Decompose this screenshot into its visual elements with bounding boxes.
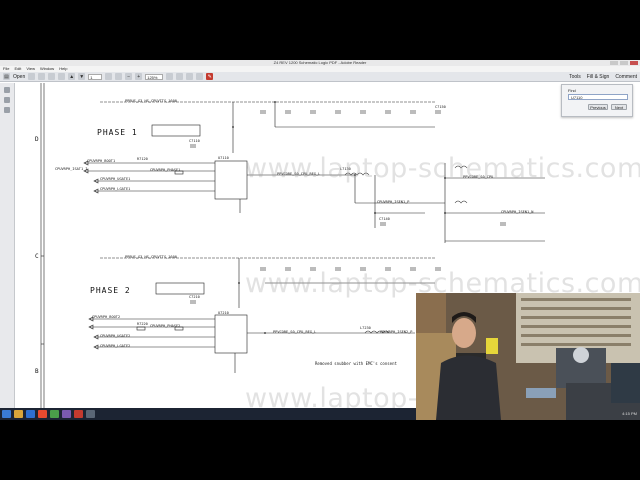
screen: Z4 REV 1200 Schematic Logic PDF - Adobe … <box>0 60 640 420</box>
find-next-button[interactable]: Next <box>611 104 627 110</box>
refdes-label: R7120 <box>137 157 148 161</box>
net-label: CPUVRPH_BOOT2 <box>92 315 121 319</box>
net-top-rail-1: PPBUS_G3_HS_CPUVTTS_1600 <box>125 99 177 103</box>
row-label-d: D <box>35 136 39 143</box>
net-label: CPUVRPH_ISEN1_P <box>377 200 410 204</box>
row-label-b: B <box>35 368 39 375</box>
bookmarks-icon[interactable] <box>4 97 10 103</box>
refdes-label: L7230 <box>360 326 371 330</box>
fill-sign-tab[interactable]: Fill & Sign <box>587 74 610 80</box>
app-icon[interactable] <box>38 410 47 418</box>
minimize-button[interactable] <box>610 61 618 65</box>
net-top-rail-2: PPBUS_G3_HS_CPUVTTS_1600 <box>125 255 177 259</box>
net-label: CPUVRPH_LGATE1 <box>100 187 131 191</box>
app-icon[interactable] <box>62 410 71 418</box>
net-label: PPVCORE_S0_CPU_REG_L <box>273 330 317 334</box>
schematic-note: Removed snubber with EMC's consent <box>315 361 397 366</box>
refdes-label: C7210 <box>189 295 200 299</box>
refdes-label: C7150 <box>435 105 446 109</box>
zoom-level-input[interactable]: 125% <box>145 73 164 80</box>
net-label: CPUVRPH_BOOT1 <box>87 159 116 163</box>
phase-1-title: PHASE 1 <box>97 128 138 137</box>
refdes-label: R7220 <box>137 322 148 326</box>
attachments-icon[interactable] <box>4 107 10 113</box>
browser-icon[interactable] <box>26 410 35 418</box>
select-tool-icon[interactable] <box>105 73 113 80</box>
net-label: CPUVRPH_PHASE2 <box>150 324 181 328</box>
net-label: CPUVRPH_ISEN2_P <box>380 330 413 334</box>
app-icon[interactable] <box>86 410 95 418</box>
maximize-button[interactable] <box>620 61 628 65</box>
refdes-label: C7110 <box>189 139 200 143</box>
next-page-icon[interactable]: ▼ <box>78 73 86 80</box>
close-button[interactable] <box>630 61 638 65</box>
zoom-out-icon[interactable]: − <box>125 73 133 80</box>
create-icon[interactable] <box>28 73 36 80</box>
net-label: CPUVRPH_PHASE1 <box>150 168 181 172</box>
net-label: PPVCORE_S0_CPU_REG_L <box>277 172 321 176</box>
window-title: Z4 REV 1200 Schematic Logic PDF - Adobe … <box>273 60 367 65</box>
comment-tab[interactable]: Comment <box>615 74 637 80</box>
open-button[interactable]: Open <box>13 74 25 80</box>
tools-tab[interactable]: Tools <box>569 74 581 80</box>
email-icon[interactable] <box>58 73 66 80</box>
fit-page-icon[interactable] <box>166 73 174 80</box>
adobe-reader-icon[interactable] <box>74 410 83 418</box>
refdes-label: C7140 <box>379 217 390 221</box>
toolbar: ▤ Open ▲ ▼ 1 − + 125% ✎ <box>0 72 640 82</box>
system-tray-clock: 4:15 PM <box>622 411 637 416</box>
prev-page-icon[interactable]: ▲ <box>68 73 76 80</box>
net-label: CPUVRPH_ISAT1_I <box>55 167 88 171</box>
navigation-pane <box>0 83 15 408</box>
refdes-label: U7110 <box>218 156 229 160</box>
open-icon[interactable]: ▤ <box>3 73 10 80</box>
highlight-icon[interactable] <box>196 73 204 80</box>
find-previous-button[interactable]: Previous <box>588 104 608 110</box>
right-tools-bar: Tools Fill & Sign Comment <box>569 72 637 82</box>
net-label: PPVCORE_S0_CPU <box>463 175 494 179</box>
hand-tool-icon[interactable] <box>115 73 123 80</box>
net-label: CPUVRPH_UGATE1 <box>100 177 131 181</box>
page-thumbnails-icon[interactable] <box>4 87 10 93</box>
row-label-c: C <box>35 253 39 260</box>
webcam-overlay <box>416 293 640 420</box>
find-input[interactable]: U7110 <box>568 94 628 100</box>
webcam-feed-image <box>416 293 640 420</box>
find-label: Find <box>568 88 576 93</box>
net-label: CPUVRPH_ISEN1_N <box>501 210 534 214</box>
net-label: CPUVRPH_UGATE2 <box>100 334 131 338</box>
sign-icon[interactable]: ✎ <box>206 73 214 80</box>
find-panel: Find U7110 Previous Next <box>561 84 633 117</box>
print-icon[interactable] <box>48 73 56 80</box>
comment-icon[interactable] <box>186 73 194 80</box>
net-label: CPUVRPH_LGATE2 <box>100 344 131 348</box>
phase-2-title: PHASE 2 <box>90 286 131 295</box>
save-icon[interactable] <box>38 73 46 80</box>
refdes-label: U7210 <box>218 311 229 315</box>
app-icon[interactable] <box>50 410 59 418</box>
zoom-in-icon[interactable]: + <box>135 73 143 80</box>
read-mode-icon[interactable] <box>176 73 184 80</box>
file-explorer-icon[interactable] <box>14 410 23 418</box>
refdes-label: L7130 <box>340 167 351 171</box>
start-button-icon[interactable] <box>2 410 11 418</box>
page-number-input[interactable]: 1 <box>88 73 103 80</box>
